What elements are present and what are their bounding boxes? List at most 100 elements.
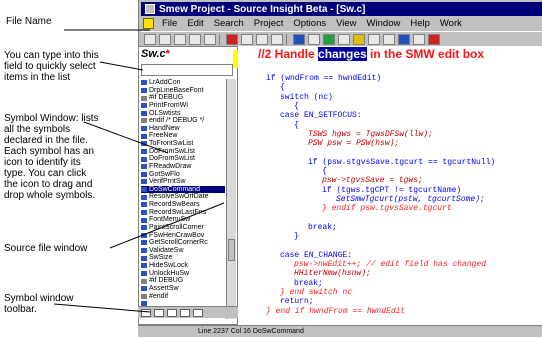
paste-icon[interactable] xyxy=(256,34,268,45)
symbol-list-item[interactable]: LrAddCon xyxy=(141,79,225,87)
symbol-list-item[interactable]: GetScrollCornerRc xyxy=(141,239,225,247)
function-icon[interactable] xyxy=(141,209,147,215)
function-icon[interactable] xyxy=(141,87,147,93)
symbol-list-item[interactable]: VerifPrntSw xyxy=(141,178,225,186)
symbol-list-item[interactable]: HandNew xyxy=(141,125,225,133)
code-line[interactable]: psw->nwEdit++; // edit field has changed xyxy=(294,260,486,269)
function-icon[interactable] xyxy=(141,164,147,170)
menu-work[interactable]: Work xyxy=(435,18,467,29)
function-icon[interactable] xyxy=(141,148,147,154)
symbol-list[interactable]: LrAddCon DrpLineBaseFont #if DEBUG PrintFro… xyxy=(141,79,225,319)
symbol-list-item[interactable]: DoFromSwList xyxy=(141,155,225,163)
back-icon[interactable] xyxy=(368,34,380,45)
save-icon[interactable] xyxy=(174,34,186,45)
code-line[interactable]: switch (nc) xyxy=(280,93,333,102)
code-line[interactable]: SetSmwTgcurt(pstw, tgcurtSome); xyxy=(336,195,485,204)
code-line[interactable]: return; xyxy=(280,297,314,306)
jump-icon[interactable] xyxy=(398,34,410,45)
code-line[interactable]: if (tgws.tgCPT != tgcurtName) xyxy=(322,186,461,195)
symbol-list-item[interactable]: #endif xyxy=(141,293,225,301)
symbol-list-item[interactable]: RecordSwBears xyxy=(141,201,225,209)
symbol-filter-input[interactable] xyxy=(141,64,233,76)
code-line[interactable]: break; xyxy=(308,223,337,232)
help-icon[interactable] xyxy=(428,34,440,45)
code-line[interactable]: { xyxy=(322,167,327,176)
code-line[interactable]: HHiterNmw(hsnw); xyxy=(294,269,371,278)
window-icon[interactable] xyxy=(413,34,425,45)
function-icon[interactable] xyxy=(141,248,147,254)
function-icon[interactable] xyxy=(141,270,147,276)
ifdef-icon[interactable] xyxy=(141,293,147,299)
symbol-list-item[interactable]: DrpLineBaseFont xyxy=(141,87,225,95)
function-icon[interactable] xyxy=(141,225,147,231)
code-line[interactable]: } endif psw.tgvsSave.tgcurt xyxy=(322,204,452,213)
code-line[interactable]: case EN_CHANGE: xyxy=(280,251,352,260)
ifdef-icon[interactable] xyxy=(141,278,147,284)
symbol-list-item[interactable]: ValidateSw xyxy=(141,247,225,255)
search-icon[interactable] xyxy=(293,34,305,45)
bookmark-icon[interactable] xyxy=(353,34,365,45)
print-icon[interactable] xyxy=(204,34,216,45)
code-line[interactable]: } end if hwndFrom == hwndEdit xyxy=(266,307,405,316)
function-icon[interactable] xyxy=(141,217,147,223)
code-line[interactable]: if (wndFrom == hwndEdit) xyxy=(266,74,381,83)
tree-view-icon[interactable] xyxy=(180,308,190,317)
code-line[interactable]: case EN_SETFOCUS: xyxy=(280,111,362,120)
menu-edit[interactable]: Edit xyxy=(182,18,208,29)
symbol-list-item[interactable]: endif /* DEBUG */ xyxy=(141,117,225,125)
function-icon[interactable] xyxy=(141,232,147,238)
symbol-list-scrollbar[interactable] xyxy=(226,79,236,319)
highlighted-word[interactable]: changes xyxy=(318,47,367,61)
copy-icon[interactable] xyxy=(241,34,253,45)
symbol-list-item[interactable]: AssertSw xyxy=(141,285,225,293)
symbol-list-item[interactable]: PrintFromWi xyxy=(141,102,225,110)
filter-icon[interactable] xyxy=(154,308,164,317)
function-icon[interactable] xyxy=(141,110,147,116)
symbol-list-item[interactable]: FReadwDraw xyxy=(141,163,225,171)
forward-icon[interactable] xyxy=(383,34,395,45)
code-line[interactable]: TSWS hgws = TgwsDFSw(llw); xyxy=(308,130,433,139)
symbol-list-item[interactable]: RecordSwLastFns xyxy=(141,209,225,217)
code-line[interactable]: if (psw.stgvsSave.tgcurt == tgcurtNull) xyxy=(308,158,495,167)
code-line[interactable]: } end switch nc xyxy=(280,288,352,297)
code-line[interactable]: break; xyxy=(294,279,323,288)
symbol-list-item[interactable]: DoFromSwList xyxy=(141,148,225,156)
function-icon[interactable] xyxy=(141,141,147,147)
function-icon[interactable] xyxy=(141,103,147,109)
list-view-icon[interactable] xyxy=(167,308,177,317)
code-line[interactable]: psw->tgvsSave = tgws; xyxy=(322,176,423,185)
cut-icon[interactable] xyxy=(226,34,238,45)
menu-search[interactable]: Search xyxy=(209,18,249,29)
source-file-window[interactable]: //2 Handle changes in the SMW edit box i… xyxy=(238,46,542,325)
function-icon[interactable] xyxy=(141,286,147,292)
function-icon[interactable] xyxy=(141,156,147,162)
function-icon[interactable] xyxy=(141,133,147,139)
function-icon[interactable] xyxy=(141,126,147,132)
lookup-icon[interactable] xyxy=(323,34,335,45)
symbol-list-item[interactable]: FSwHenCrawBov xyxy=(141,232,225,240)
symbol-list-item[interactable]: FreeNew xyxy=(141,132,225,140)
ifdef-icon[interactable] xyxy=(141,95,147,101)
function-icon[interactable] xyxy=(141,171,147,177)
symbol-list-item[interactable]: GotSwFlo xyxy=(141,171,225,179)
symbol-list-item[interactable]: OLSwtists xyxy=(141,110,225,118)
options-icon[interactable] xyxy=(193,308,203,317)
symbol-list-item[interactable]: FontMenuSw xyxy=(141,216,225,224)
function-icon[interactable] xyxy=(141,240,147,246)
menu-project[interactable]: Project xyxy=(249,18,289,29)
ifdef-icon[interactable] xyxy=(141,118,147,124)
symbol-list-item[interactable]: HideSwLock xyxy=(141,262,225,270)
replace-icon[interactable] xyxy=(308,34,320,45)
undo-icon[interactable] xyxy=(271,34,283,45)
symbol-list-item[interactable]: SwSize xyxy=(141,254,225,262)
code-line[interactable]: { xyxy=(294,121,299,130)
function-icon[interactable] xyxy=(141,255,147,261)
symbol-list-item[interactable]: UnlockHuSw xyxy=(141,270,225,278)
menu-options[interactable]: Options xyxy=(288,18,331,29)
menu-file[interactable]: File xyxy=(157,18,182,29)
save-all-icon[interactable] xyxy=(189,34,201,45)
menu-view[interactable]: View xyxy=(331,18,361,29)
function-icon[interactable] xyxy=(141,194,147,200)
function-icon[interactable] xyxy=(141,187,147,193)
symbol-list-item[interactable]: #if DEBUG xyxy=(141,94,225,102)
